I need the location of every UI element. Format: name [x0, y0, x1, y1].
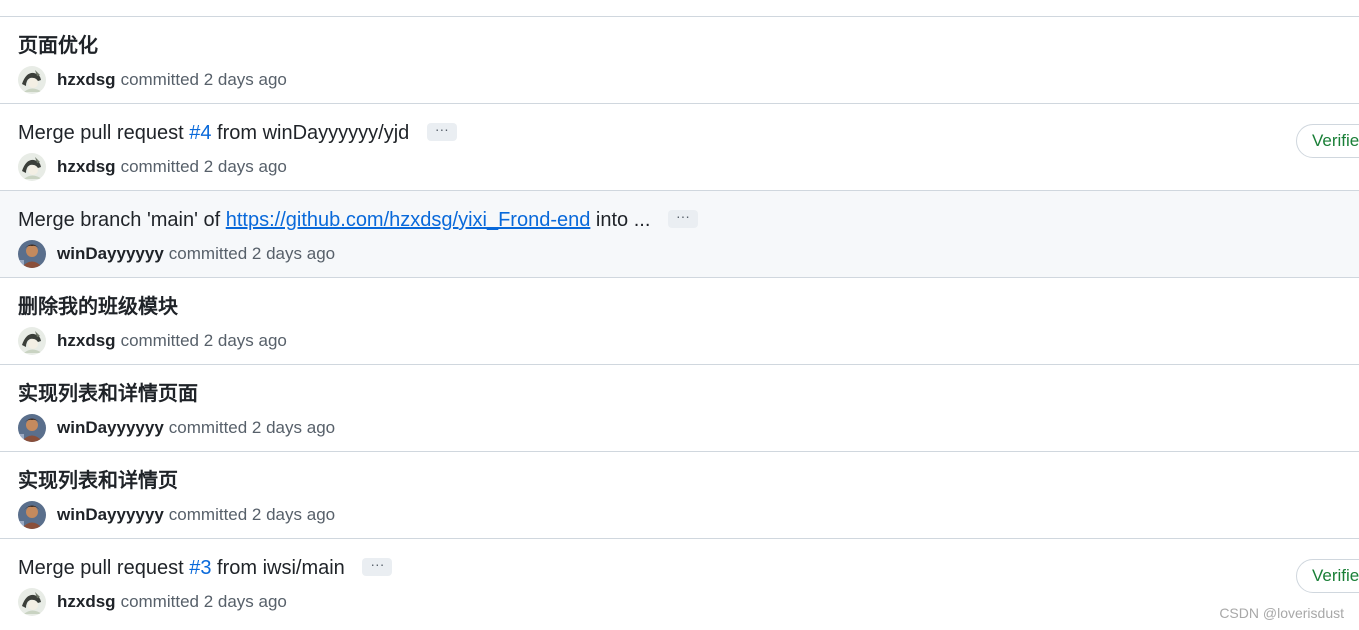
verified-badge[interactable]: Verified	[1296, 124, 1359, 158]
avatar[interactable]	[18, 240, 46, 268]
commit-time: committed 2 days ago	[120, 70, 287, 89]
pull-request-link[interactable]: #3	[189, 557, 211, 579]
commit-message-suffix[interactable]: from iwsi/main	[211, 557, 345, 579]
commit-time: committed 2 days ago	[168, 244, 336, 263]
commit-message[interactable]: 删除我的班级模块	[18, 296, 178, 318]
commit-time: committed 2 days ago	[168, 418, 336, 437]
avatar[interactable]	[18, 327, 46, 355]
commit-row: 实现列表和详情页 winDayyyyyy committed 2 days ag…	[0, 452, 1359, 539]
commit-time: committed 2 days ago	[120, 331, 287, 350]
commit-list: 页面优化 hzxdsg committed 2 days ago Merge p…	[0, 16, 1359, 626]
commit-meta: hzxdsg committed 2 days ago	[18, 152, 287, 182]
commit-message[interactable]: 页面优化	[18, 35, 98, 57]
commit-time: committed 2 days ago	[168, 505, 336, 524]
commit-row: Merge pull request #4 from winDayyyyyy/y…	[0, 104, 1359, 191]
commit-author[interactable]: winDayyyyyy	[57, 505, 164, 525]
commit-author[interactable]: winDayyyyyy	[57, 418, 164, 438]
avatar[interactable]	[18, 501, 46, 529]
avatar[interactable]	[18, 66, 46, 94]
commit-row: Merge pull request #3 from iwsi/main ···…	[0, 539, 1359, 626]
commit-message[interactable]: 实现列表和详情页	[18, 470, 178, 492]
commit-row: 删除我的班级模块 hzxdsg committed 2 days ago	[0, 278, 1359, 365]
commit-time: committed 2 days ago	[120, 592, 287, 611]
watermark: CSDN @loverisdust	[1219, 605, 1344, 621]
commit-row: 实现列表和详情页面 winDayyyyyy committed 2 days a…	[0, 365, 1359, 452]
commit-message-suffix[interactable]: into ...	[590, 209, 650, 231]
commit-author[interactable]: hzxdsg	[57, 592, 116, 612]
avatar[interactable]	[18, 588, 46, 616]
commit-meta: hzxdsg committed 2 days ago	[18, 326, 287, 356]
commit-message[interactable]: Merge branch 'main' of	[18, 209, 226, 231]
commit-title[interactable]: 页面优化	[18, 33, 98, 59]
verified-badge[interactable]: Verified	[1296, 559, 1359, 593]
commit-title[interactable]: 实现列表和详情页面	[18, 381, 198, 407]
commit-row: Merge branch 'main' of https://github.co…	[0, 191, 1359, 278]
commit-title[interactable]: 删除我的班级模块	[18, 294, 178, 320]
commit-meta: winDayyyyyy committed 2 days ago	[18, 413, 335, 443]
commit-message[interactable]: Merge pull request	[18, 557, 189, 579]
commit-meta: winDayyyyyy committed 2 days ago	[18, 500, 335, 530]
avatar[interactable]	[18, 414, 46, 442]
commit-title[interactable]: Merge pull request #4 from winDayyyyyy/y…	[18, 120, 457, 146]
commit-author[interactable]: winDayyyyyy	[57, 244, 164, 264]
commit-meta: winDayyyyyy committed 2 days ago	[18, 239, 335, 269]
pull-request-link[interactable]: #4	[189, 122, 211, 144]
commit-message-suffix[interactable]: from winDayyyyyy/yjd	[211, 122, 409, 144]
commit-title[interactable]: Merge pull request #3 from iwsi/main ···	[18, 555, 393, 581]
commit-message[interactable]: Merge pull request	[18, 122, 189, 144]
commit-row: 页面优化 hzxdsg committed 2 days ago	[0, 17, 1359, 104]
commit-meta: hzxdsg committed 2 days ago	[18, 65, 287, 95]
expand-message-button[interactable]: ···	[667, 209, 698, 228]
commit-author[interactable]: hzxdsg	[57, 331, 116, 351]
commit-time: committed 2 days ago	[120, 157, 287, 176]
commit-author[interactable]: hzxdsg	[57, 70, 116, 90]
commit-author[interactable]: hzxdsg	[57, 157, 116, 177]
commit-title[interactable]: 实现列表和详情页	[18, 468, 178, 494]
expand-message-button[interactable]: ···	[426, 122, 457, 141]
commit-title[interactable]: Merge branch 'main' of https://github.co…	[18, 207, 698, 233]
repo-url-link[interactable]: https://github.com/hzxdsg/yixi_Frond-end	[226, 209, 591, 231]
avatar[interactable]	[18, 153, 46, 181]
commit-message[interactable]: 实现列表和详情页面	[18, 383, 198, 405]
expand-message-button[interactable]: ···	[362, 557, 393, 576]
commit-meta: hzxdsg committed 2 days ago	[18, 587, 287, 617]
